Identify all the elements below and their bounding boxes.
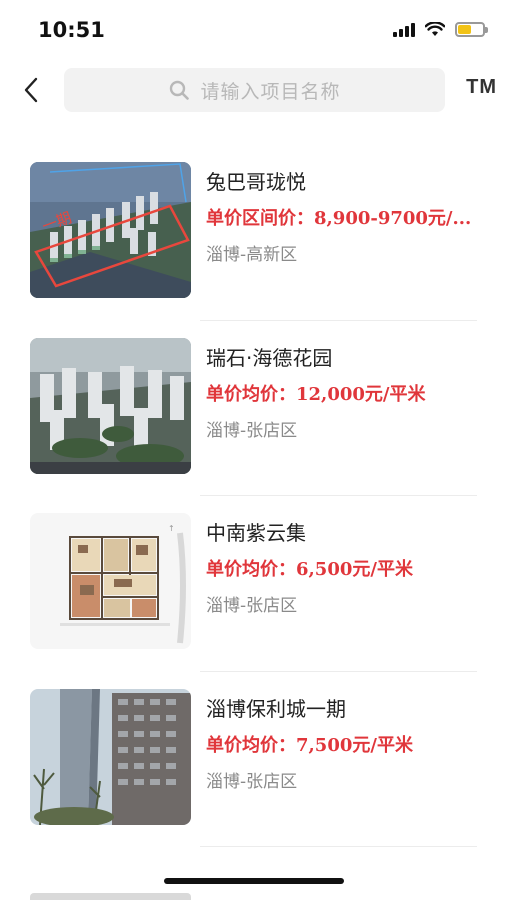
project-list: 一期 兔巴哥珑悦 单价区间价：8,900-9700元/... 淄博-高新区 瑞石… — [0, 145, 507, 847]
building-photo — [30, 688, 191, 825]
search-placeholder: 请输入项目名称 — [200, 80, 341, 103]
wifi-icon — [425, 22, 445, 36]
project-price: 单价均价：12,000元/平米 — [206, 383, 426, 405]
project-title: 淄博保利城一期 — [206, 696, 346, 721]
cellular-signal-icon — [393, 22, 415, 37]
next-item-thumbnail-peek — [30, 893, 191, 900]
chevron-left-icon — [24, 77, 38, 103]
list-item[interactable]: 淄博保利城一期 单价均价：7,500元/平米 淄博-张店区 — [0, 672, 507, 847]
back-button[interactable] — [16, 74, 46, 106]
project-location: 淄博-高新区 — [206, 245, 298, 265]
battery-icon — [455, 22, 488, 37]
status-time: 10:51 — [38, 18, 105, 42]
status-bar: 10:51 — [0, 0, 507, 62]
project-info: 淄博保利城一期 单价均价：7,500元/平米 淄博-张店区 — [206, 694, 486, 796]
project-title: 瑞石·海德花园 — [206, 345, 333, 370]
project-aerial-image — [30, 337, 191, 474]
project-location: 淄博-张店区 — [206, 420, 298, 441]
project-info: 瑞石·海德花园 单价均价：12,000元/平米 淄博-张店区 — [206, 343, 486, 445]
search-icon — [168, 79, 190, 101]
project-info: 兔巴哥珑悦 单价区间价：8,900-9700元/... 淄博-高新区 — [206, 167, 486, 269]
project-info: 中南紫云集 单价均价：6,500元/平米 淄博-张店区 — [206, 518, 486, 620]
list-item[interactable]: 瑞石·海德花园 单价均价：12,000元/平米 淄博-张店区 — [0, 321, 507, 496]
project-aerial-image: 一期 — [30, 162, 191, 298]
search-input[interactable]: 请输入项目名称 — [64, 68, 445, 112]
list-item[interactable]: ↑ 中南紫云集 单价均价：6,500元/平米 淄博-张店区 — [0, 496, 507, 672]
divider — [200, 846, 477, 847]
svg-text:↑: ↑ — [168, 524, 175, 533]
tm-button[interactable]: TM — [466, 76, 497, 99]
project-price: 单价均价：6,500元/平米 — [206, 559, 413, 580]
project-title: 兔巴哥珑悦 — [206, 170, 306, 194]
project-location: 淄博-张店区 — [206, 596, 298, 616]
home-indicator[interactable] — [164, 878, 344, 884]
floor-plan-image: ↑ — [30, 513, 191, 649]
list-item[interactable]: 一期 兔巴哥珑悦 单价区间价：8,900-9700元/... 淄博-高新区 — [0, 145, 507, 321]
header: 请输入项目名称 TM — [0, 66, 507, 114]
project-location: 淄博-张店区 — [206, 771, 298, 792]
project-title: 中南紫云集 — [206, 521, 306, 545]
project-price: 单价均价：7,500元/平米 — [206, 734, 413, 756]
project-price: 单价区间价：8,900-9700元/... — [206, 208, 472, 229]
status-icons — [393, 22, 488, 37]
